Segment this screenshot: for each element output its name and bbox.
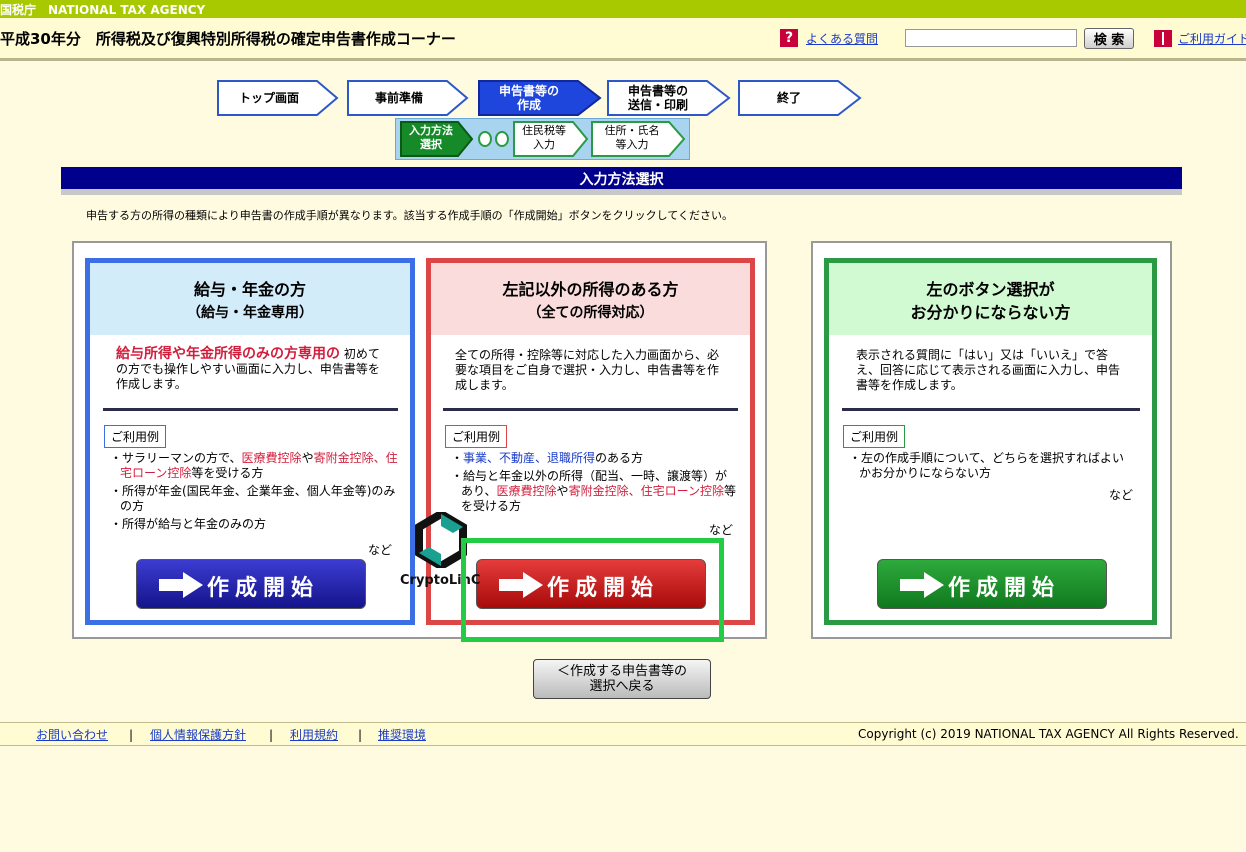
footer-link-privacy[interactable]: 個人情報保護方針 (150, 726, 246, 743)
footer-separator: | (129, 728, 134, 742)
highlight-box (461, 538, 724, 642)
footer-link-contact[interactable]: お問い合わせ (36, 726, 108, 743)
step-label: トップ画面 (238, 91, 299, 105)
card-title: 左記以外の所得のある方 (502, 280, 679, 299)
search-button[interactable]: 検 索 (1084, 28, 1134, 49)
banner-underline (61, 189, 1182, 195)
step-label: 申告書等の 送信・印刷 (607, 84, 709, 112)
substep-label: 住民税等 入力 (514, 124, 574, 152)
agency-name: 国税庁 NATIONAL TAX AGENCY (0, 3, 206, 17)
step-label: 事前準備 (374, 91, 423, 105)
card-description: 給与所得や年金所得のみの方専用の 初めての方でも操作しやすい画面に入力し、申告書… (116, 347, 386, 392)
step-top: トップ画面 (217, 80, 339, 120)
step-label-line: 申告書等の (627, 84, 688, 98)
step-create-current: 申告書等の 作成 (478, 80, 602, 120)
arrow-right-icon (900, 572, 944, 598)
list-text: のある方 (595, 451, 644, 465)
step-preparation: 事前準備 (347, 80, 469, 120)
button-label: 作成開始 (948, 576, 1061, 601)
substep-label-line: 住所・氏名 (604, 124, 660, 137)
usage-example-tag: ご利用例 (445, 425, 508, 448)
footer-link-terms[interactable]: 利用規約 (290, 726, 338, 743)
list-item: ・所得が給与と年金のみの方 (110, 517, 267, 531)
footer-separator: | (358, 728, 363, 742)
card-description: 全ての所得・控除等に対応した入力画面から、必要な項目をご自身で選択・入力し、申告… (455, 348, 720, 392)
step-label: 申告書等の 作成 (478, 84, 580, 112)
list-text: や (556, 484, 569, 498)
substep-navigation: 入力方法 選択 住民税等 入力 住所・氏名 等入力 (395, 118, 690, 160)
unsure-card: 左のボタン選択が お分かりにならない方 表示される質問に「はい」又は「いいえ」で… (824, 258, 1157, 625)
list-item: ・事業、不動産、退職所得のある方 (451, 451, 644, 465)
list-highlight: 医療費控除 (496, 484, 557, 498)
usage-example-tag: ご利用例 (104, 425, 167, 448)
list-item: ・左の作成手順について、どちらを選択すればよいかお分かりにならない方 (849, 451, 1125, 480)
card-divider (103, 408, 398, 411)
list-text: 所得が給与と年金のみの方 (122, 517, 267, 531)
page-title: 平成30年分 所得税及び復興特別所得税の確定申告書作成コーナー (0, 30, 456, 48)
list-text: や (301, 451, 314, 465)
faq-link[interactable]: よくある質問 (806, 30, 878, 47)
card-divider (443, 408, 738, 411)
progress-dot (495, 131, 509, 147)
step-send-print: 申告書等の 送信・印刷 (607, 80, 731, 120)
usage-example-tag: ご利用例 (843, 425, 906, 448)
usage-example-list: ・事業、不動産、退職所得のある方 ・給与と年金以外の所得（配当、一時、譲渡等）が… (451, 451, 737, 517)
list-item: ・サラリーマンの方で、医療費控除や寄附金控除、住宅ローン控除等を受ける方 (110, 451, 398, 480)
card-subtitle: （給与・年金専用） (187, 305, 313, 321)
step-label-line: 作成 (516, 98, 541, 112)
step-end: 終了 (738, 80, 862, 120)
question-icon[interactable]: ? (780, 29, 798, 47)
footer-separator: | (269, 728, 274, 742)
substep-label: 住所・氏名 等入力 (592, 124, 672, 152)
substep-current-label: 入力方法 選択 (402, 124, 460, 152)
back-to-selection-button[interactable]: ＜作成する申告書等の 選択へ戻る (533, 659, 711, 699)
usage-example-list: ・左の作成手順について、どちらを選択すればよいかお分かりにならない方 (849, 451, 1134, 484)
page-heading: 入力方法選択 (579, 172, 664, 188)
card-subtitle: （全ての所得対応） (527, 305, 654, 321)
button-label-line: ＜作成する申告書等の (556, 664, 687, 679)
step-label-line: 送信・印刷 (627, 98, 688, 112)
arrow-right-icon (159, 572, 203, 598)
list-highlight: 事業、不動産、退職所得 (463, 451, 596, 465)
progress-dot (478, 131, 492, 147)
list-item: ・給与と年金以外の所得（配当、一時、譲渡等）があり、医療費控除や寄附金控除、住宅… (451, 469, 736, 513)
card-lead-highlight: 給与所得や年金所得のみの方専用の (116, 346, 340, 362)
step-label: 終了 (776, 91, 801, 105)
card-description: 表示される質問に「はい」又は「いいえ」で答え、回答に応じて表示される画面に入力し… (856, 348, 1121, 392)
substep-label-line: 選択 (420, 138, 442, 151)
card-title-line2: お分かりにならない方 (910, 303, 1071, 322)
start-guided-button[interactable]: 作成開始 (877, 559, 1107, 609)
etc-label: など (709, 523, 734, 537)
step-label-line: 申告書等の (498, 84, 559, 98)
substep-label-line: 入力 (533, 138, 555, 151)
etc-label: など (368, 543, 393, 557)
book-icon[interactable] (1154, 30, 1172, 47)
start-salary-button[interactable]: 作成開始 (136, 559, 366, 609)
list-item: ・所得が年金(国民年金、企業年金、個人年金等)のみの方 (110, 484, 396, 513)
list-text: 左の作成手順について、どちらを選択すればよいかお分かりにならない方 (859, 451, 1125, 480)
list-highlight: 寄附金控除、住宅ローン控除 (568, 484, 724, 498)
list-highlight: 医療費控除 (241, 451, 302, 465)
button-label: 作成開始 (207, 576, 320, 601)
card-title: 左のボタン選択が (926, 280, 1055, 299)
title-divider (0, 58, 1246, 61)
footer-link-environment[interactable]: 推奨環境 (378, 726, 426, 743)
card-divider (842, 408, 1140, 411)
substep-label-line: 入力方法 (409, 124, 453, 137)
guide-link[interactable]: ご利用ガイド (1178, 30, 1246, 47)
substep-label-line: 住民税等 (522, 124, 566, 137)
list-text: サラリーマンの方で、 (122, 451, 242, 465)
salary-pension-card: 給与・年金の方 （給与・年金専用） 給与所得や年金所得のみの方専用の 初めての方… (85, 258, 415, 625)
list-text: 等を受ける方 (191, 466, 264, 480)
substep-label-line: 等入力 (615, 138, 649, 151)
instruction-text: 申告する方の所得の種類により申告書の作成手順が異なります。該当する作成手順の「作… (86, 209, 734, 222)
usage-example-list: ・サラリーマンの方で、医療費控除や寄附金控除、住宅ローン控除等を受ける方 ・所得… (110, 451, 400, 535)
button-label-line: 選択へ戻る (589, 679, 655, 694)
search-input[interactable] (905, 29, 1077, 47)
etc-label: など (1109, 488, 1134, 502)
card-title: 給与・年金の方 (193, 280, 306, 299)
copyright-text: Copyright (c) 2019 NATIONAL TAX AGENCY A… (858, 727, 1239, 741)
list-text: 所得が年金(国民年金、企業年金、個人年金等)のみの方 (120, 484, 396, 513)
